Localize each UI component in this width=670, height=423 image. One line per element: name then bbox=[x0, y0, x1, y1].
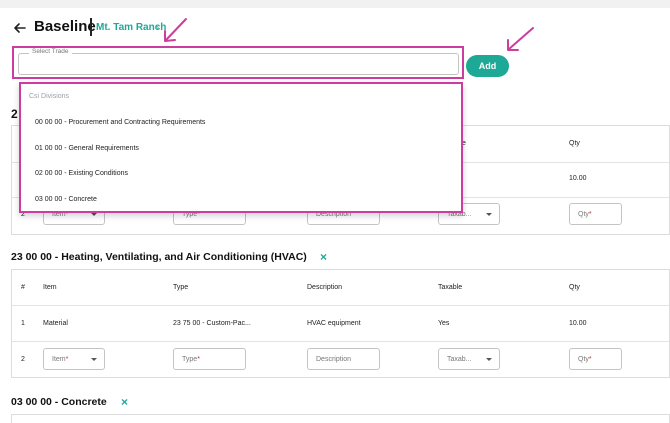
section-title-fragment: 2 bbox=[11, 107, 18, 121]
description-input[interactable]: Description bbox=[307, 348, 380, 370]
qty-input[interactable]: Qty* bbox=[569, 348, 622, 370]
select-trade-label: Select Trade bbox=[29, 48, 72, 55]
row-divider bbox=[12, 341, 669, 342]
column-header-number: # bbox=[21, 284, 25, 291]
line-items-table bbox=[11, 414, 670, 423]
caret-down-icon bbox=[486, 358, 492, 361]
caret-down-icon bbox=[91, 213, 97, 216]
row-number: 2 bbox=[21, 356, 25, 363]
dropdown-option[interactable]: 00 00 00 - Procurement and Contracting R… bbox=[35, 119, 205, 126]
close-icon[interactable]: × bbox=[121, 395, 128, 409]
select-trade-highlight: Select Trade bbox=[12, 46, 464, 79]
add-button[interactable]: Add bbox=[466, 55, 509, 77]
annotation-arrow-icon bbox=[164, 18, 187, 42]
line-items-table: # Item Type Description Taxable Qty 1 Ma… bbox=[11, 269, 670, 378]
taxable-value: Yes bbox=[438, 320, 450, 327]
row-divider bbox=[12, 305, 669, 306]
arrow-left-icon[interactable] bbox=[12, 20, 28, 36]
close-icon[interactable]: × bbox=[320, 250, 327, 264]
top-strip bbox=[0, 0, 670, 8]
type-input[interactable]: Type* bbox=[173, 348, 246, 370]
title-divider bbox=[90, 18, 92, 36]
item-select[interactable]: Item* bbox=[43, 348, 105, 370]
annotation-arrow-icon bbox=[507, 27, 534, 51]
column-header-qty: Qty bbox=[569, 140, 580, 147]
caret-down-icon bbox=[91, 358, 97, 361]
chevron-right-icon: › bbox=[156, 22, 159, 32]
column-header-type: Type bbox=[173, 284, 189, 291]
type-value: 23 75 00 - Custom-Pac... bbox=[173, 320, 251, 327]
column-header-item: Item bbox=[43, 284, 57, 291]
caret-down-icon bbox=[486, 213, 492, 216]
csi-divisions-dropdown: Csi Divisions 00 00 00 - Procurement and… bbox=[19, 82, 463, 213]
column-header-qty: Qty bbox=[569, 284, 580, 291]
row-number: 1 bbox=[21, 320, 25, 327]
section-title: 03 00 00 - Concrete bbox=[11, 396, 107, 408]
description-value: HVAC equipment bbox=[307, 320, 361, 327]
select-trade-input[interactable]: Select Trade bbox=[18, 48, 459, 75]
section-title: 23 00 00 - Heating, Ventilating, and Air… bbox=[11, 251, 307, 263]
item-value: Material bbox=[43, 320, 68, 327]
taxable-select[interactable]: Taxab... bbox=[438, 348, 500, 370]
page-title: Baseline bbox=[34, 18, 96, 35]
column-header-taxable: Taxable bbox=[438, 284, 463, 291]
qty-input[interactable]: Qty* bbox=[569, 203, 622, 225]
qty-value: 10.00 bbox=[569, 320, 587, 327]
dropdown-option[interactable]: 02 00 00 - Existing Conditions bbox=[35, 170, 128, 177]
dropdown-option[interactable]: 03 00 00 - Concrete bbox=[35, 196, 97, 203]
dropdown-heading: Csi Divisions bbox=[29, 93, 70, 100]
qty-value: 10.00 bbox=[569, 175, 587, 182]
column-header-description: Description bbox=[307, 284, 343, 291]
dropdown-option[interactable]: 01 00 00 - General Requirements bbox=[35, 145, 139, 152]
page-header: Baseline Mt. Tam Ranch › bbox=[0, 8, 670, 46]
